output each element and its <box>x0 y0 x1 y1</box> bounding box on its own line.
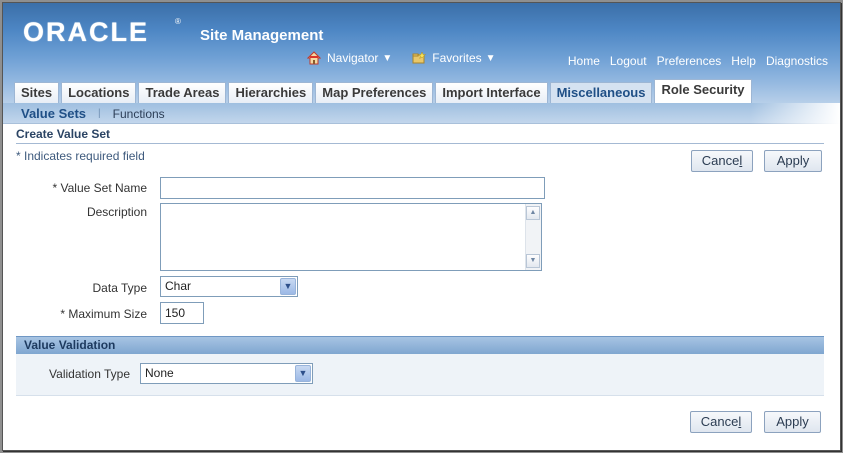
home-link[interactable]: Home <box>568 54 600 68</box>
apply-label: Apply <box>776 153 810 168</box>
scroll-down-icon[interactable]: ▼ <box>526 254 540 268</box>
chevron-down-icon: ▼ <box>485 52 496 64</box>
subtab-value-sets[interactable]: Value Sets <box>21 106 86 121</box>
maximum-size-label: * Maximum Size <box>60 307 147 321</box>
navigator-menu[interactable]: Navigator ▼ <box>307 51 392 65</box>
logo-registered-mark: ® <box>175 17 181 26</box>
oracle-logo: ORACLE <box>23 17 149 47</box>
tab-locations[interactable]: Locations <box>61 82 137 103</box>
diagnostics-link[interactable]: Diagnostics <box>766 54 828 68</box>
subtab-bar-fade <box>750 103 840 124</box>
validation-type-value: None <box>145 366 174 380</box>
global-links: Home Logout Preferences Help Diagnostics <box>558 54 828 68</box>
required-field-note: * Indicates required field <box>16 149 145 163</box>
subtab-functions[interactable]: Functions <box>113 107 165 121</box>
cancel-label: Cancel <box>700 414 742 429</box>
favorites-label: Favorites <box>432 51 482 65</box>
global-nav: Navigator ▼ Favorites ▼ <box>307 51 516 65</box>
cancel-label: Cancel <box>701 153 743 168</box>
data-type-label: Data Type <box>92 281 147 295</box>
cancel-button-bottom[interactable]: Cancel <box>690 411 752 433</box>
folder-star-icon <box>412 51 427 64</box>
apply-button-bottom[interactable]: Apply <box>764 411 821 433</box>
data-type-select[interactable]: Char ▼ <box>160 276 298 297</box>
navigator-label: Navigator <box>327 51 379 65</box>
tab-sites[interactable]: Sites <box>14 82 60 103</box>
description-label: Description <box>86 205 147 219</box>
maximum-size-input[interactable]: 150 <box>160 302 204 324</box>
help-link[interactable]: Help <box>731 54 756 68</box>
preferences-link[interactable]: Preferences <box>657 54 722 68</box>
tabs: Sites Locations Trade Areas Hierarchies … <box>14 79 754 103</box>
global-header: ORACLE ® Site Management Navigator ▼ Fav… <box>3 3 840 79</box>
page-title: Create Value Set <box>16 127 824 144</box>
tab-role-security[interactable]: Role Security <box>654 79 752 103</box>
app-title: Site Management <box>200 27 324 44</box>
tab-miscellaneous[interactable]: Miscellaneous <box>549 82 653 103</box>
value-set-name-label: * Value Set Name <box>52 181 148 195</box>
apply-label: Apply <box>776 414 809 429</box>
tab-trade-areas[interactable]: Trade Areas <box>138 82 227 103</box>
subtab-bar: Value Sets | Functions <box>3 103 840 124</box>
favorites-menu[interactable]: Favorites ▼ <box>412 51 496 65</box>
validation-type-select[interactable]: None ▼ <box>140 363 313 384</box>
chevron-down-icon: ▼ <box>280 278 296 295</box>
chevron-down-icon: ▼ <box>295 365 311 382</box>
apply-button-top[interactable]: Apply <box>764 150 822 172</box>
cancel-button-top[interactable]: Cancel <box>691 150 753 172</box>
house-icon <box>307 51 321 65</box>
validation-type-label: Validation Type <box>49 367 130 381</box>
description-scrollbar[interactable]: ▲ ▼ <box>525 204 541 270</box>
tab-map-preferences[interactable]: Map Preferences <box>315 82 434 103</box>
description-textarea[interactable]: ▲ ▼ <box>160 203 542 271</box>
value-validation-section: Validation Type None ▼ <box>16 354 824 396</box>
tab-import-interface[interactable]: Import Interface <box>435 82 548 103</box>
data-type-value: Char <box>165 279 192 293</box>
tab-hierarchies[interactable]: Hierarchies <box>228 82 314 103</box>
logout-link[interactable]: Logout <box>610 54 647 68</box>
chevron-down-icon: ▼ <box>382 52 393 64</box>
value-validation-header: Value Validation <box>16 336 824 354</box>
scroll-up-icon[interactable]: ▲ <box>526 206 540 220</box>
subtabs: Value Sets | Functions <box>21 106 165 121</box>
tab-bar: Sites Locations Trade Areas Hierarchies … <box>3 79 840 103</box>
value-set-name-input[interactable] <box>160 177 545 199</box>
app-window: ORACLE ® Site Management Navigator ▼ Fav… <box>2 2 841 451</box>
subtab-separator: | <box>98 108 101 119</box>
